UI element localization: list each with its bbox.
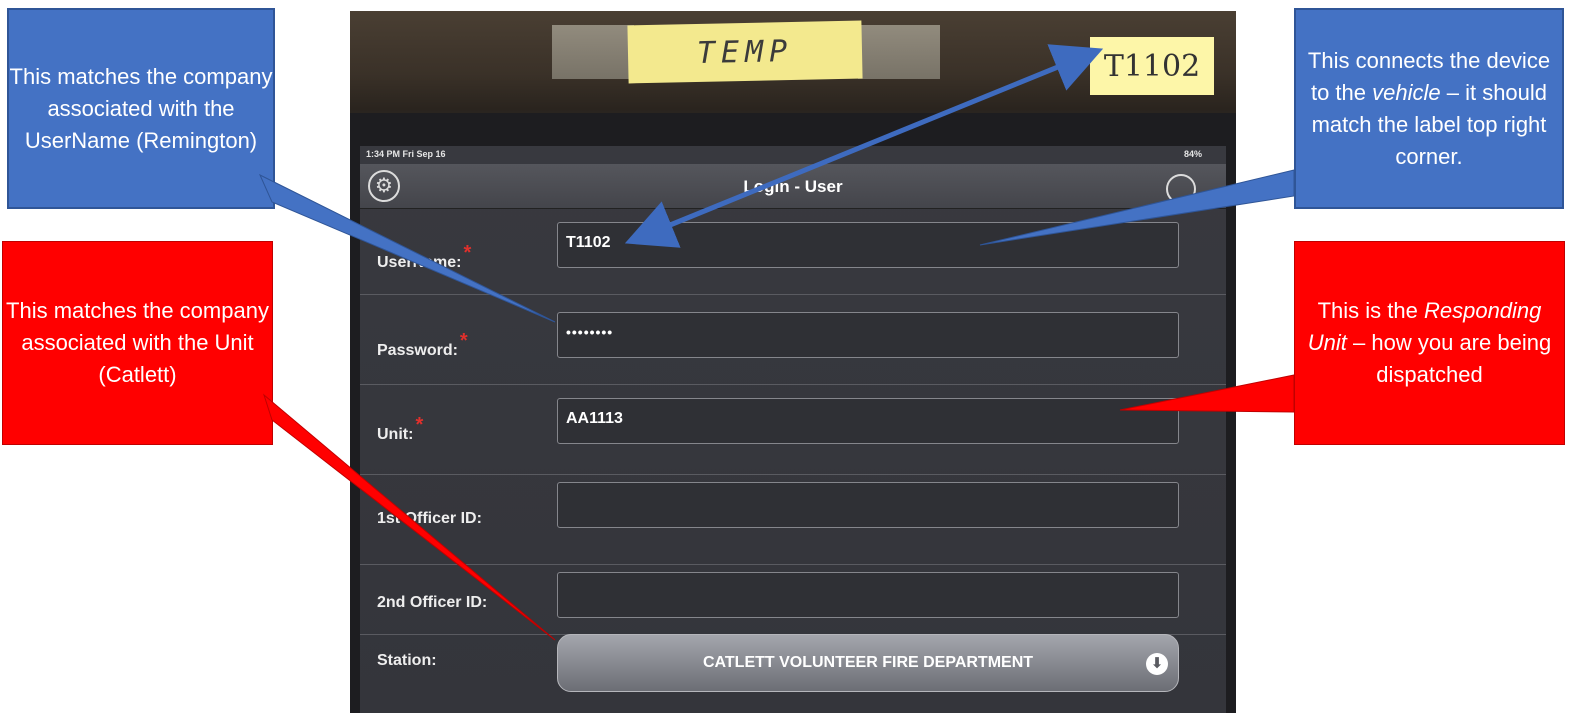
callout-pointers bbox=[258, 44, 1295, 641]
pointer-unit-company bbox=[262, 393, 556, 641]
pointer-device-vehicle bbox=[979, 169, 1295, 246]
pointer-responding-unit bbox=[1119, 374, 1295, 413]
arrow-username-to-tag bbox=[624, 44, 1104, 248]
pointer-username bbox=[258, 173, 556, 323]
